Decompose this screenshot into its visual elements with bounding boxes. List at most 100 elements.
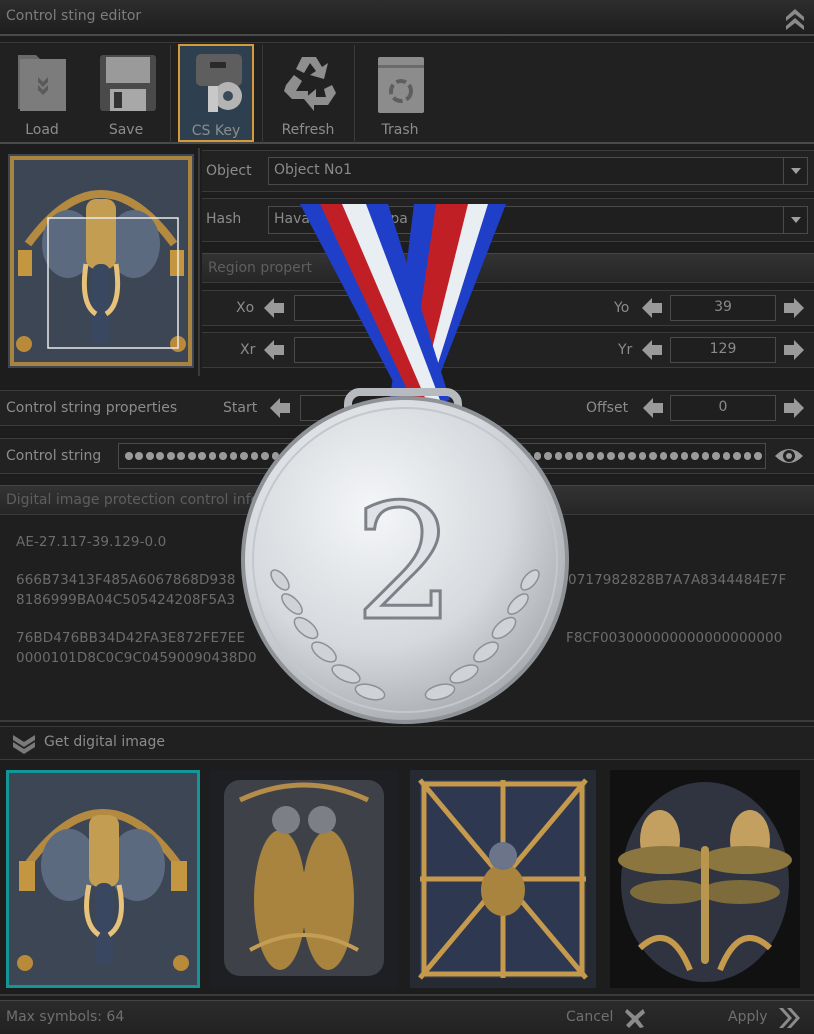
floppy-disk-icon — [100, 55, 156, 111]
cs-key-label: CS Key — [191, 123, 241, 139]
masked-char-dot — [586, 452, 594, 460]
xo-input[interactable] — [294, 295, 400, 321]
hash-select-value-start: Hava — [274, 211, 310, 227]
object-preview — [0, 148, 200, 376]
masked-char-dot — [313, 452, 322, 460]
apply-label[interactable]: Apply — [728, 1009, 768, 1025]
double-chevron-down-icon — [13, 735, 35, 754]
masked-char-dot — [408, 452, 416, 460]
masked-char-dot — [387, 452, 395, 460]
hash-select-value-end: 5 pa — [377, 211, 408, 227]
arrow-left-icon[interactable] — [642, 297, 662, 319]
masked-char-dot — [355, 452, 364, 460]
yo-input[interactable]: 39 — [670, 295, 776, 321]
image-gallery — [0, 764, 814, 996]
cancel-label[interactable]: Cancel — [566, 1009, 613, 1025]
title-bar: Control sting editor — [0, 0, 814, 36]
masked-char-dot — [617, 452, 626, 460]
start-input[interactable] — [300, 395, 406, 421]
arrow-right-icon[interactable] — [784, 397, 804, 419]
masked-char-dot — [554, 452, 563, 460]
offset-input[interactable]: 0 — [670, 395, 776, 421]
xr-input[interactable]: 1 — [294, 337, 400, 363]
masked-char-dot — [219, 452, 227, 460]
masked-char-dot — [156, 452, 165, 460]
xr-label: Xr — [240, 342, 256, 358]
arrow-right-icon[interactable] — [784, 297, 804, 319]
gallery-item-spider[interactable] — [410, 770, 596, 988]
load-button[interactable]: Load — [4, 45, 80, 143]
masked-char-dot — [429, 452, 437, 460]
offset-label: Offset — [586, 400, 629, 416]
toolbar-separator — [170, 45, 171, 143]
yr-label: Yr — [618, 342, 633, 358]
hash-select[interactable]: Hava 5 pa — [268, 206, 808, 234]
masked-char-dot — [303, 452, 311, 460]
recycle-icon — [284, 57, 336, 111]
get-digital-image-row[interactable]: Get digital image — [0, 726, 814, 760]
masked-char-dot — [670, 452, 678, 460]
object-label: Object — [206, 163, 252, 179]
arrow-left-icon[interactable] — [264, 297, 284, 319]
info-text-area[interactable]: AE-27.117-39.129-0.0 666B73413F485A60678… — [0, 516, 814, 722]
masked-char-dot — [638, 452, 647, 460]
masked-char-dot — [334, 452, 343, 460]
elephant-preview-image — [8, 154, 194, 368]
masked-char-dot — [261, 452, 269, 460]
refresh-button[interactable]: Refresh — [270, 45, 346, 143]
masked-char-dot — [691, 452, 699, 460]
toolbar-separator — [354, 45, 355, 143]
masked-char-dot — [659, 452, 668, 460]
info-line: 666B73413F485A6067868D938 — [16, 572, 236, 588]
arrow-left-icon[interactable] — [643, 397, 663, 419]
gallery-item-elephant[interactable] — [6, 770, 200, 988]
masked-char-dot — [523, 452, 531, 460]
control-string-label: Control string — [6, 448, 102, 464]
arrow-right-icon[interactable] — [784, 339, 804, 361]
info-header: Digital image protection control info — [0, 485, 814, 515]
masked-char-dot — [460, 452, 469, 460]
arrow-left-icon[interactable] — [264, 339, 284, 361]
double-chevron-up-icon[interactable] — [784, 6, 806, 30]
chevron-down-icon[interactable] — [783, 207, 807, 233]
region-properties-title: Region propert — [208, 260, 313, 276]
start-label: Start — [223, 400, 258, 416]
arrow-left-icon[interactable] — [270, 397, 290, 419]
masked-char-dot — [743, 452, 752, 460]
masked-char-dot — [565, 452, 573, 460]
control-string-properties-label: Control string properties — [6, 400, 178, 416]
masked-char-dot — [229, 452, 238, 460]
masked-char-dot — [491, 452, 500, 460]
close-x-icon[interactable] — [624, 1007, 646, 1029]
arrow-left-icon[interactable] — [642, 339, 662, 361]
info-line-right: 0717982828B7A7A8344484E7F — [568, 572, 787, 588]
masked-char-dot — [754, 452, 762, 460]
masked-char-dot — [575, 452, 584, 460]
cs-key-button[interactable]: CS Key — [178, 44, 254, 142]
yr-input[interactable]: 129 — [670, 337, 776, 363]
toolbar: Load Save CS Key Refresh Trash — [0, 42, 814, 144]
chevron-down-icon[interactable] — [783, 158, 807, 184]
masked-char-dot — [733, 452, 741, 460]
trash-bin-icon — [378, 57, 424, 113]
masked-characters — [125, 452, 762, 460]
trash-button[interactable]: Trash — [362, 45, 438, 143]
toolbar-separator — [262, 45, 263, 143]
save-button[interactable]: Save — [88, 45, 164, 143]
gallery-item-dragonfly[interactable] — [610, 770, 800, 988]
masked-char-dot — [145, 452, 154, 460]
masked-char-dot — [376, 452, 385, 460]
region-properties-header: Region propert — [202, 253, 814, 283]
get-digital-image-label: Get digital image — [44, 734, 165, 750]
gallery-item-birds[interactable] — [210, 770, 398, 988]
masked-char-dot — [282, 452, 290, 460]
control-string-input[interactable] — [118, 443, 766, 469]
double-chevron-right-icon[interactable] — [778, 1007, 802, 1029]
masked-char-dot — [544, 452, 552, 460]
masked-char-dot — [292, 452, 301, 460]
xo-label: Xo — [236, 300, 255, 316]
eye-icon[interactable] — [774, 446, 804, 466]
info-line: 0000101D8C0C9C04590090438D0 — [16, 650, 257, 666]
object-select[interactable]: Object No1 — [268, 157, 808, 185]
masked-char-dot — [397, 452, 406, 460]
